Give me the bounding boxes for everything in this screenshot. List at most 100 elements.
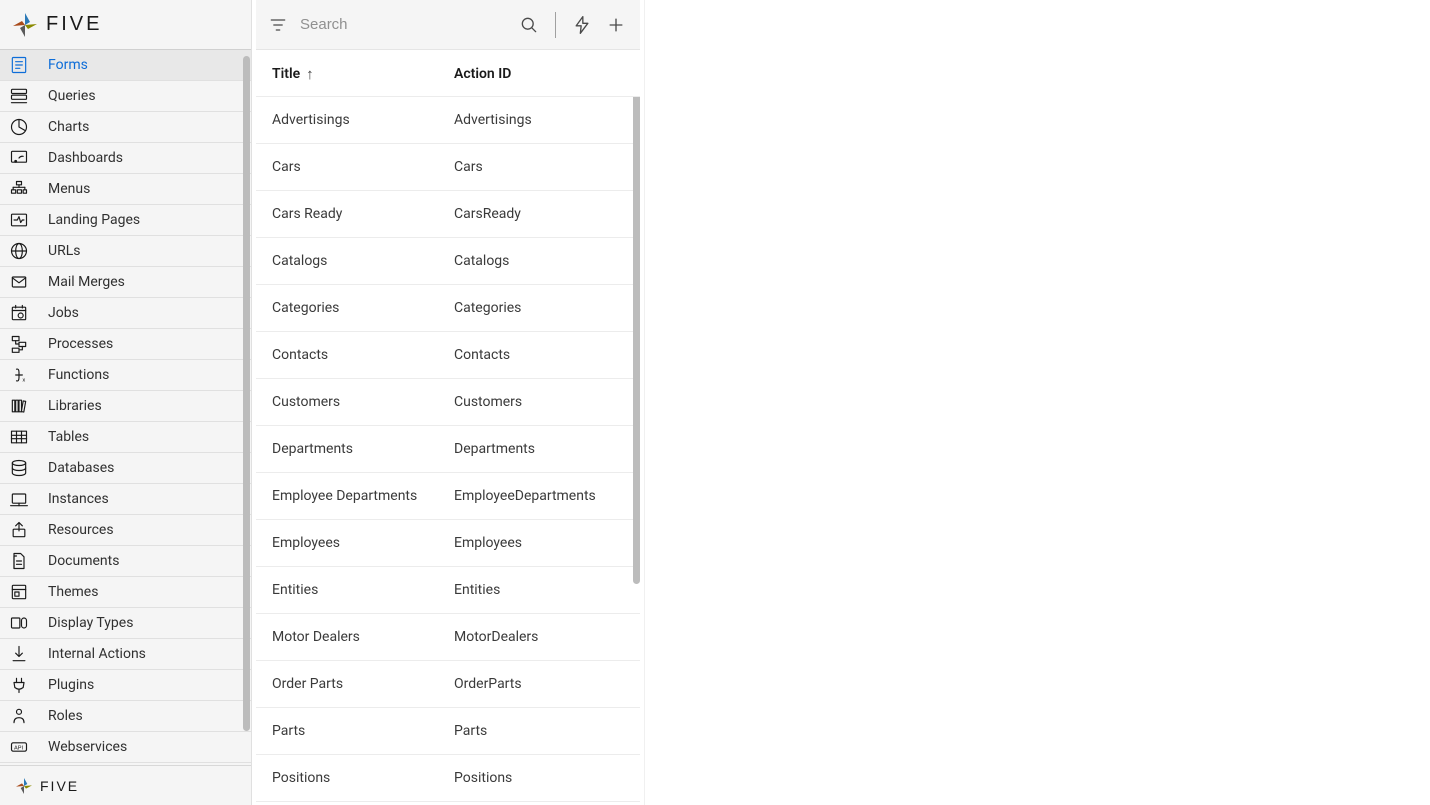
detail-panel <box>645 0 1430 805</box>
sidebar-item-tables[interactable]: Tables <box>0 422 251 453</box>
sidebar-item-label: Libraries <box>48 398 102 414</box>
sidebar-item-label: Forms <box>48 57 88 73</box>
column-header-title[interactable]: Title ↑ <box>272 66 454 82</box>
cell-title: Order Parts <box>272 676 454 692</box>
sidebar-item-landing-pages[interactable]: Landing Pages <box>0 205 251 236</box>
cell-action-id: OrderParts <box>454 676 624 692</box>
roles-icon <box>8 705 30 727</box>
cell-action-id: Categories <box>454 300 624 316</box>
table-row[interactable]: AdvertisingsAdvertisings <box>256 97 640 144</box>
sidebar-item-charts[interactable]: Charts <box>0 112 251 143</box>
sidebar-item-documents[interactable]: Documents <box>0 546 251 577</box>
sidebar-item-instances[interactable]: Instances <box>0 484 251 515</box>
table-row[interactable]: Cars ReadyCarsReady <box>256 191 640 238</box>
cell-action-id: Customers <box>454 394 624 410</box>
sidebar-item-label: Documents <box>48 553 119 569</box>
sidebar-header: FIVE <box>0 0 251 50</box>
cell-action-id: CarsReady <box>454 206 624 222</box>
cell-title: Categories <box>272 300 454 316</box>
landing-pages-icon <box>8 209 30 231</box>
sidebar-item-label: Databases <box>48 460 114 476</box>
sidebar-item-label: Charts <box>48 119 89 135</box>
sidebar-item-plugins[interactable]: Plugins <box>0 670 251 701</box>
sidebar: FIVE Forms Queries Charts Dashboards Menus La… <box>0 0 252 805</box>
cell-action-id: Advertisings <box>454 112 624 128</box>
sidebar-item-label: Queries <box>48 88 96 104</box>
table-row[interactable]: CategoriesCategories <box>256 285 640 332</box>
bolt-icon[interactable] <box>570 13 594 37</box>
table-row[interactable]: CatalogsCatalogs <box>256 238 640 285</box>
table-row[interactable]: EntitiesEntities <box>256 567 640 614</box>
sidebar-item-themes[interactable]: Themes <box>0 577 251 608</box>
cell-title: Entities <box>272 582 454 598</box>
table-row[interactable]: DepartmentsDepartments <box>256 426 640 473</box>
filter-icon[interactable] <box>266 13 290 37</box>
menus-icon <box>8 178 30 200</box>
sidebar-item-display-types[interactable]: Display Types <box>0 608 251 639</box>
queries-icon <box>8 85 30 107</box>
cell-title: Contacts <box>272 347 454 363</box>
sidebar-item-label: Dashboards <box>48 150 123 166</box>
cell-action-id: Positions <box>454 770 624 786</box>
sidebar-item-databases[interactable]: Databases <box>0 453 251 484</box>
sidebar-item-label: Internal Actions <box>48 646 146 662</box>
sidebar-item-processes[interactable]: Processes <box>0 329 251 360</box>
search-input[interactable] <box>300 16 507 33</box>
sidebar-item-resources[interactable]: Resources <box>0 515 251 546</box>
table-header: Title ↑ Action ID <box>256 50 640 97</box>
sidebar-item-label: Mail Merges <box>48 274 125 290</box>
sidebar-item-label: Functions <box>48 367 109 383</box>
charts-icon <box>8 116 30 138</box>
sidebar-item-dashboards[interactable]: Dashboards <box>0 143 251 174</box>
table-row[interactable]: PartsParts <box>256 708 640 755</box>
sidebar-item-forms[interactable]: Forms <box>0 50 251 81</box>
table-row[interactable]: Motor DealersMotorDealers <box>256 614 640 661</box>
sidebar-item-webservices[interactable]: APIWebservices <box>0 732 251 763</box>
sidebar-item-libraries[interactable]: Libraries <box>0 391 251 422</box>
svg-text:API: API <box>14 746 23 752</box>
urls-icon <box>8 240 30 262</box>
table-row[interactable]: PositionsPositions <box>256 755 640 802</box>
sidebar-footer: FIVE <box>0 765 251 805</box>
sidebar-item-label: Jobs <box>48 305 79 321</box>
sidebar-item-label: Landing Pages <box>48 212 140 228</box>
table-row[interactable]: Employee DepartmentsEmployeeDepartments <box>256 473 640 520</box>
sidebar-item-label: URLs <box>48 243 80 259</box>
cell-action-id: Entities <box>454 582 624 598</box>
sidebar-nav[interactable]: Forms Queries Charts Dashboards Menus Landing… <box>0 50 251 765</box>
sidebar-item-menus[interactable]: Menus <box>0 174 251 205</box>
sidebar-item-functions[interactable]: xFunctions <box>0 360 251 391</box>
add-button[interactable] <box>604 13 628 37</box>
column-header-action-id[interactable]: Action ID <box>454 66 624 82</box>
sidebar-item-mail-merges[interactable]: Mail Merges <box>0 267 251 298</box>
internal-actions-icon <box>8 643 30 665</box>
dashboards-icon <box>8 147 30 169</box>
sidebar-item-roles[interactable]: Roles <box>0 701 251 732</box>
libraries-icon <box>8 395 30 417</box>
sidebar-item-urls[interactable]: URLs <box>0 236 251 267</box>
cell-action-id: Catalogs <box>454 253 624 269</box>
brand-logo-icon <box>10 10 40 40</box>
cell-title: Cars <box>272 159 454 175</box>
table-row[interactable]: CarsCars <box>256 144 640 191</box>
cell-action-id: Departments <box>454 441 624 457</box>
sidebar-item-jobs[interactable]: Jobs <box>0 298 251 329</box>
list-panel: Title ↑ Action ID AdvertisingsAdvertisin… <box>252 0 645 805</box>
table-row[interactable]: EmployeesEmployees <box>256 520 640 567</box>
search-icon[interactable] <box>517 13 541 37</box>
cell-title: Motor Dealers <box>272 629 454 645</box>
sidebar-item-internal-actions[interactable]: Internal Actions <box>0 639 251 670</box>
table-row[interactable]: CustomersCustomers <box>256 379 640 426</box>
cell-title: Employees <box>272 535 454 551</box>
table[interactable]: Title ↑ Action ID AdvertisingsAdvertisin… <box>256 50 640 805</box>
sidebar-item-queries[interactable]: Queries <box>0 81 251 112</box>
cell-action-id: Cars <box>454 159 624 175</box>
table-row[interactable]: ContactsContacts <box>256 332 640 379</box>
cell-action-id: Parts <box>454 723 624 739</box>
cell-action-id: EmployeeDepartments <box>454 488 624 504</box>
list-toolbar <box>256 0 640 50</box>
sidebar-item-label: Menus <box>48 181 90 197</box>
cell-title: Employee Departments <box>272 488 454 504</box>
table-row[interactable]: Order PartsOrderParts <box>256 661 640 708</box>
sidebar-item-label: Roles <box>48 708 83 724</box>
